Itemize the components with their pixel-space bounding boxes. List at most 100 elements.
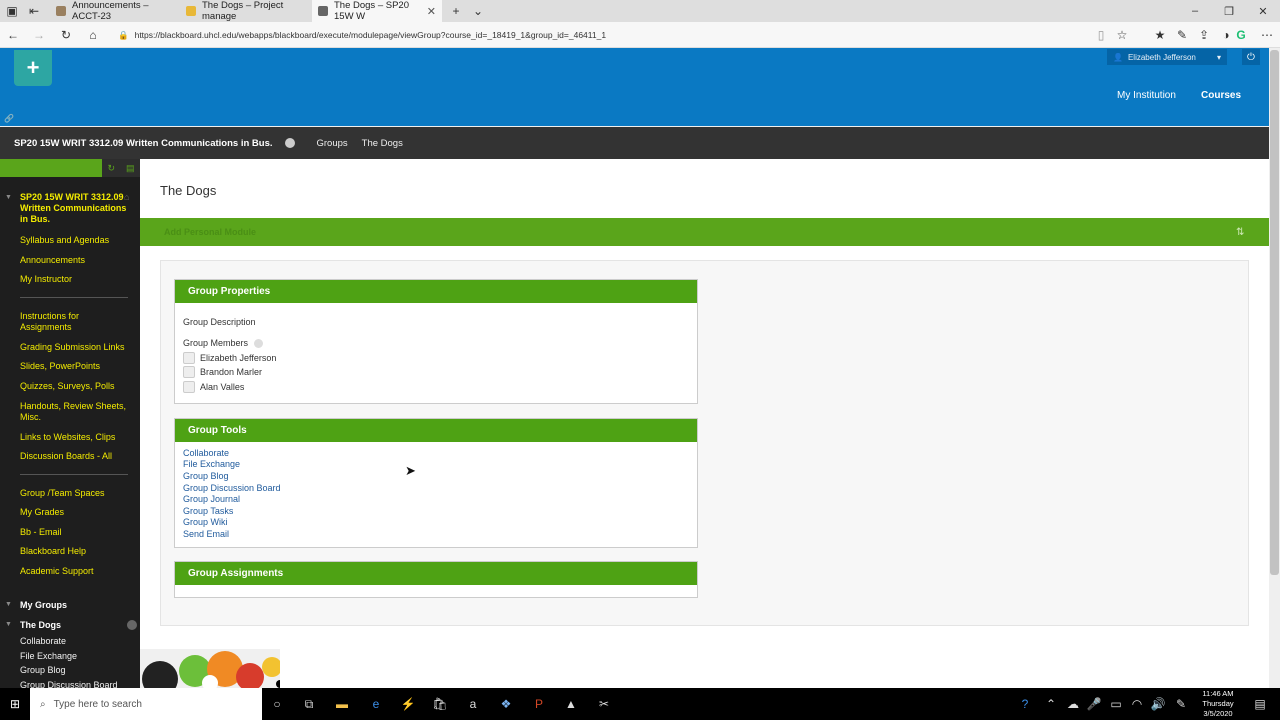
store-icon[interactable]: 🛍 [430,694,450,714]
tool-link[interactable]: Send Email [183,529,229,539]
breadcrumb-groups[interactable]: Groups [317,138,348,149]
home-icon[interactable]: ⌂ [85,27,101,43]
group-the-dogs[interactable]: The Dogs [20,620,61,630]
sidebar-item[interactable]: Discussion Boards - All [20,451,130,462]
powerpoint-icon[interactable]: P [529,694,549,714]
add-tool-plus-icon[interactable]: + [14,50,52,86]
tool-link[interactable]: File Exchange [183,459,240,469]
sidebar-item[interactable]: Slides, PowerPoints [20,361,130,372]
tool-link[interactable]: Collaborate [183,448,229,458]
minimize-icon[interactable]: – [1178,0,1212,22]
breadcrumb-the-dogs[interactable]: The Dogs [362,138,403,149]
edge-browser-icon[interactable]: e [366,694,386,714]
sidebar-item[interactable]: Syllabus and Agendas [20,235,130,246]
scrollbar-thumb[interactable] [1270,50,1279,575]
add-personal-module-button[interactable]: Add Personal Module [164,227,256,237]
sidebar-item[interactable]: Blackboard Help [20,546,130,557]
sidebar-group-tool[interactable]: Group Blog [20,665,66,675]
tab-favicon-icon [56,6,66,16]
reorder-arrows-icon[interactable]: ⇅ [1236,227,1244,238]
volume-icon[interactable]: 🔊 [1148,694,1168,714]
favorite-star-icon[interactable]: ☆ [1114,27,1130,43]
pen-icon[interactable]: ✎ [1174,27,1190,43]
tab-announcements[interactable]: Announcements – ACCT-23 [50,0,178,22]
show-hidden-icons-chevron-up-icon[interactable]: ⌃ [1041,694,1061,714]
more-menu-icon[interactable]: ⋯ [1259,27,1275,43]
user-menu[interactable]: 👤 Elizabeth Jefferson ▾ [1107,49,1227,65]
taskbar-clock[interactable]: 11:46 AM Thursday 3/5/2020 [1196,688,1240,720]
sidebar-item[interactable]: Handouts, Review Sheets, Misc. [20,401,130,423]
pen-workspace-icon[interactable]: ✎ [1171,694,1191,714]
cortana-icon[interactable]: ○ [267,694,287,714]
sidebar-item[interactable]: Grading Submission Links [20,342,130,353]
course-menu-chevron-icon[interactable] [284,138,295,148]
clock-time: 11:46 AM [1202,689,1234,698]
tab-project-manager[interactable]: The Dogs – Project manage [180,0,310,22]
refresh-menu-icon[interactable]: ↻ [107,163,115,174]
microphone-icon[interactable]: 🎤 [1084,694,1104,714]
courses-link[interactable]: Courses [1201,90,1241,101]
tab-the-dogs[interactable]: The Dogs – SP20 15W W ✕ [312,0,442,22]
battery-icon[interactable]: ▭ [1106,694,1126,714]
notification-center-icon[interactable]: ▤ [1250,694,1270,714]
app-icon[interactable]: ⚡ [398,694,418,714]
logout-power-icon[interactable]: ⏻ [1242,49,1260,65]
collapse-triangle-icon[interactable]: ▼ [5,194,12,201]
back-icon[interactable]: ← [5,27,21,43]
refresh-icon[interactable]: ↻ [58,27,74,43]
grammarly-icon[interactable]: G [1233,27,1249,43]
collapse-triangle-icon[interactable]: ▼ [5,601,12,608]
close-tab-icon[interactable]: ✕ [427,5,436,18]
sidebar-group-tool[interactable]: Collaborate [20,636,66,646]
members-menu-icon[interactable] [253,339,263,349]
sidebar-item[interactable]: My Instructor [20,274,130,285]
sidebar-item[interactable]: Announcements [20,255,130,266]
tool-link[interactable]: Group Discussion Board [183,483,281,493]
new-tab-icon[interactable]: + [448,3,464,19]
reading-view-icon[interactable]: ▯ [1093,27,1109,43]
photos-icon[interactable]: ▲ [561,694,581,714]
windows-start-icon[interactable]: ⊞ [5,694,25,714]
tab-title: The Dogs – SP20 15W W [334,0,409,22]
set-aside-tabs-icon[interactable]: ⇤ [26,3,42,19]
my-groups-heading[interactable]: My Groups [20,600,67,610]
sidebar-group-tool[interactable]: File Exchange [20,651,77,661]
sidebar-item[interactable]: Links to Websites, Clips [20,432,130,443]
wifi-icon[interactable]: ◠ [1127,694,1147,714]
course-title-link[interactable]: SP20 15W WRIT 3312.09 Written Communicat… [14,138,273,149]
tool-link[interactable]: Group Wiki [183,517,228,527]
tool-link[interactable]: Group Tasks [183,506,233,516]
tool-link[interactable]: Group Journal [183,494,240,504]
amazon-icon[interactable]: a [463,694,483,714]
sidebar-item[interactable]: Quizzes, Surveys, Polls [20,381,130,392]
sidebar-item[interactable]: Bb - Email [20,527,130,538]
sidebar-item[interactable]: Instructions for Assignments [20,311,130,333]
tab-actions-icon[interactable]: ▣ [4,3,20,19]
link-icon[interactable]: 🔗 [4,114,14,123]
tab-list-chevron-icon[interactable]: ⌄ [470,3,486,19]
favorites-icon[interactable]: ★ [1152,27,1168,43]
tool-link[interactable]: Group Blog [183,471,229,481]
task-view-icon[interactable]: ⧉ [299,694,319,714]
restore-icon[interactable]: ❐ [1212,0,1246,22]
sidebar-course-title[interactable]: SP20 15W WRIT 3312.09 Written Communicat… [20,192,130,225]
my-institution-link[interactable]: My Institution [1117,90,1176,101]
taskbar-search-box[interactable]: ⌕ Type here to search [30,688,262,720]
url-field[interactable]: 🔒 https://blackboard.uhcl.edu/webapps/bl… [118,26,1098,44]
file-explorer-icon[interactable]: ▬ [332,694,352,714]
share-icon[interactable]: ⇪ [1196,27,1212,43]
folder-view-icon[interactable]: ▤ [126,163,135,174]
forward-icon[interactable]: → [31,27,47,43]
collapse-triangle-icon[interactable]: ▼ [5,621,12,628]
sidebar-toolbar-icons: ↻ ▤ [102,159,140,177]
close-window-icon[interactable]: ✕ [1246,0,1280,22]
group-options-icon[interactable] [127,620,137,630]
sidebar-item[interactable]: Academic Support [20,566,130,577]
sidebar-item[interactable]: Group /Team Spaces [20,488,130,499]
snipping-tool-icon[interactable]: ✂ [594,694,614,714]
sidebar-item[interactable]: My Grades [20,507,130,518]
help-icon[interactable]: ? [1015,694,1035,714]
dropbox-icon[interactable]: ❖ [496,694,516,714]
onedrive-cloud-icon[interactable]: ☁ [1063,694,1083,714]
extension-icon[interactable]: ◑ [1218,27,1234,43]
